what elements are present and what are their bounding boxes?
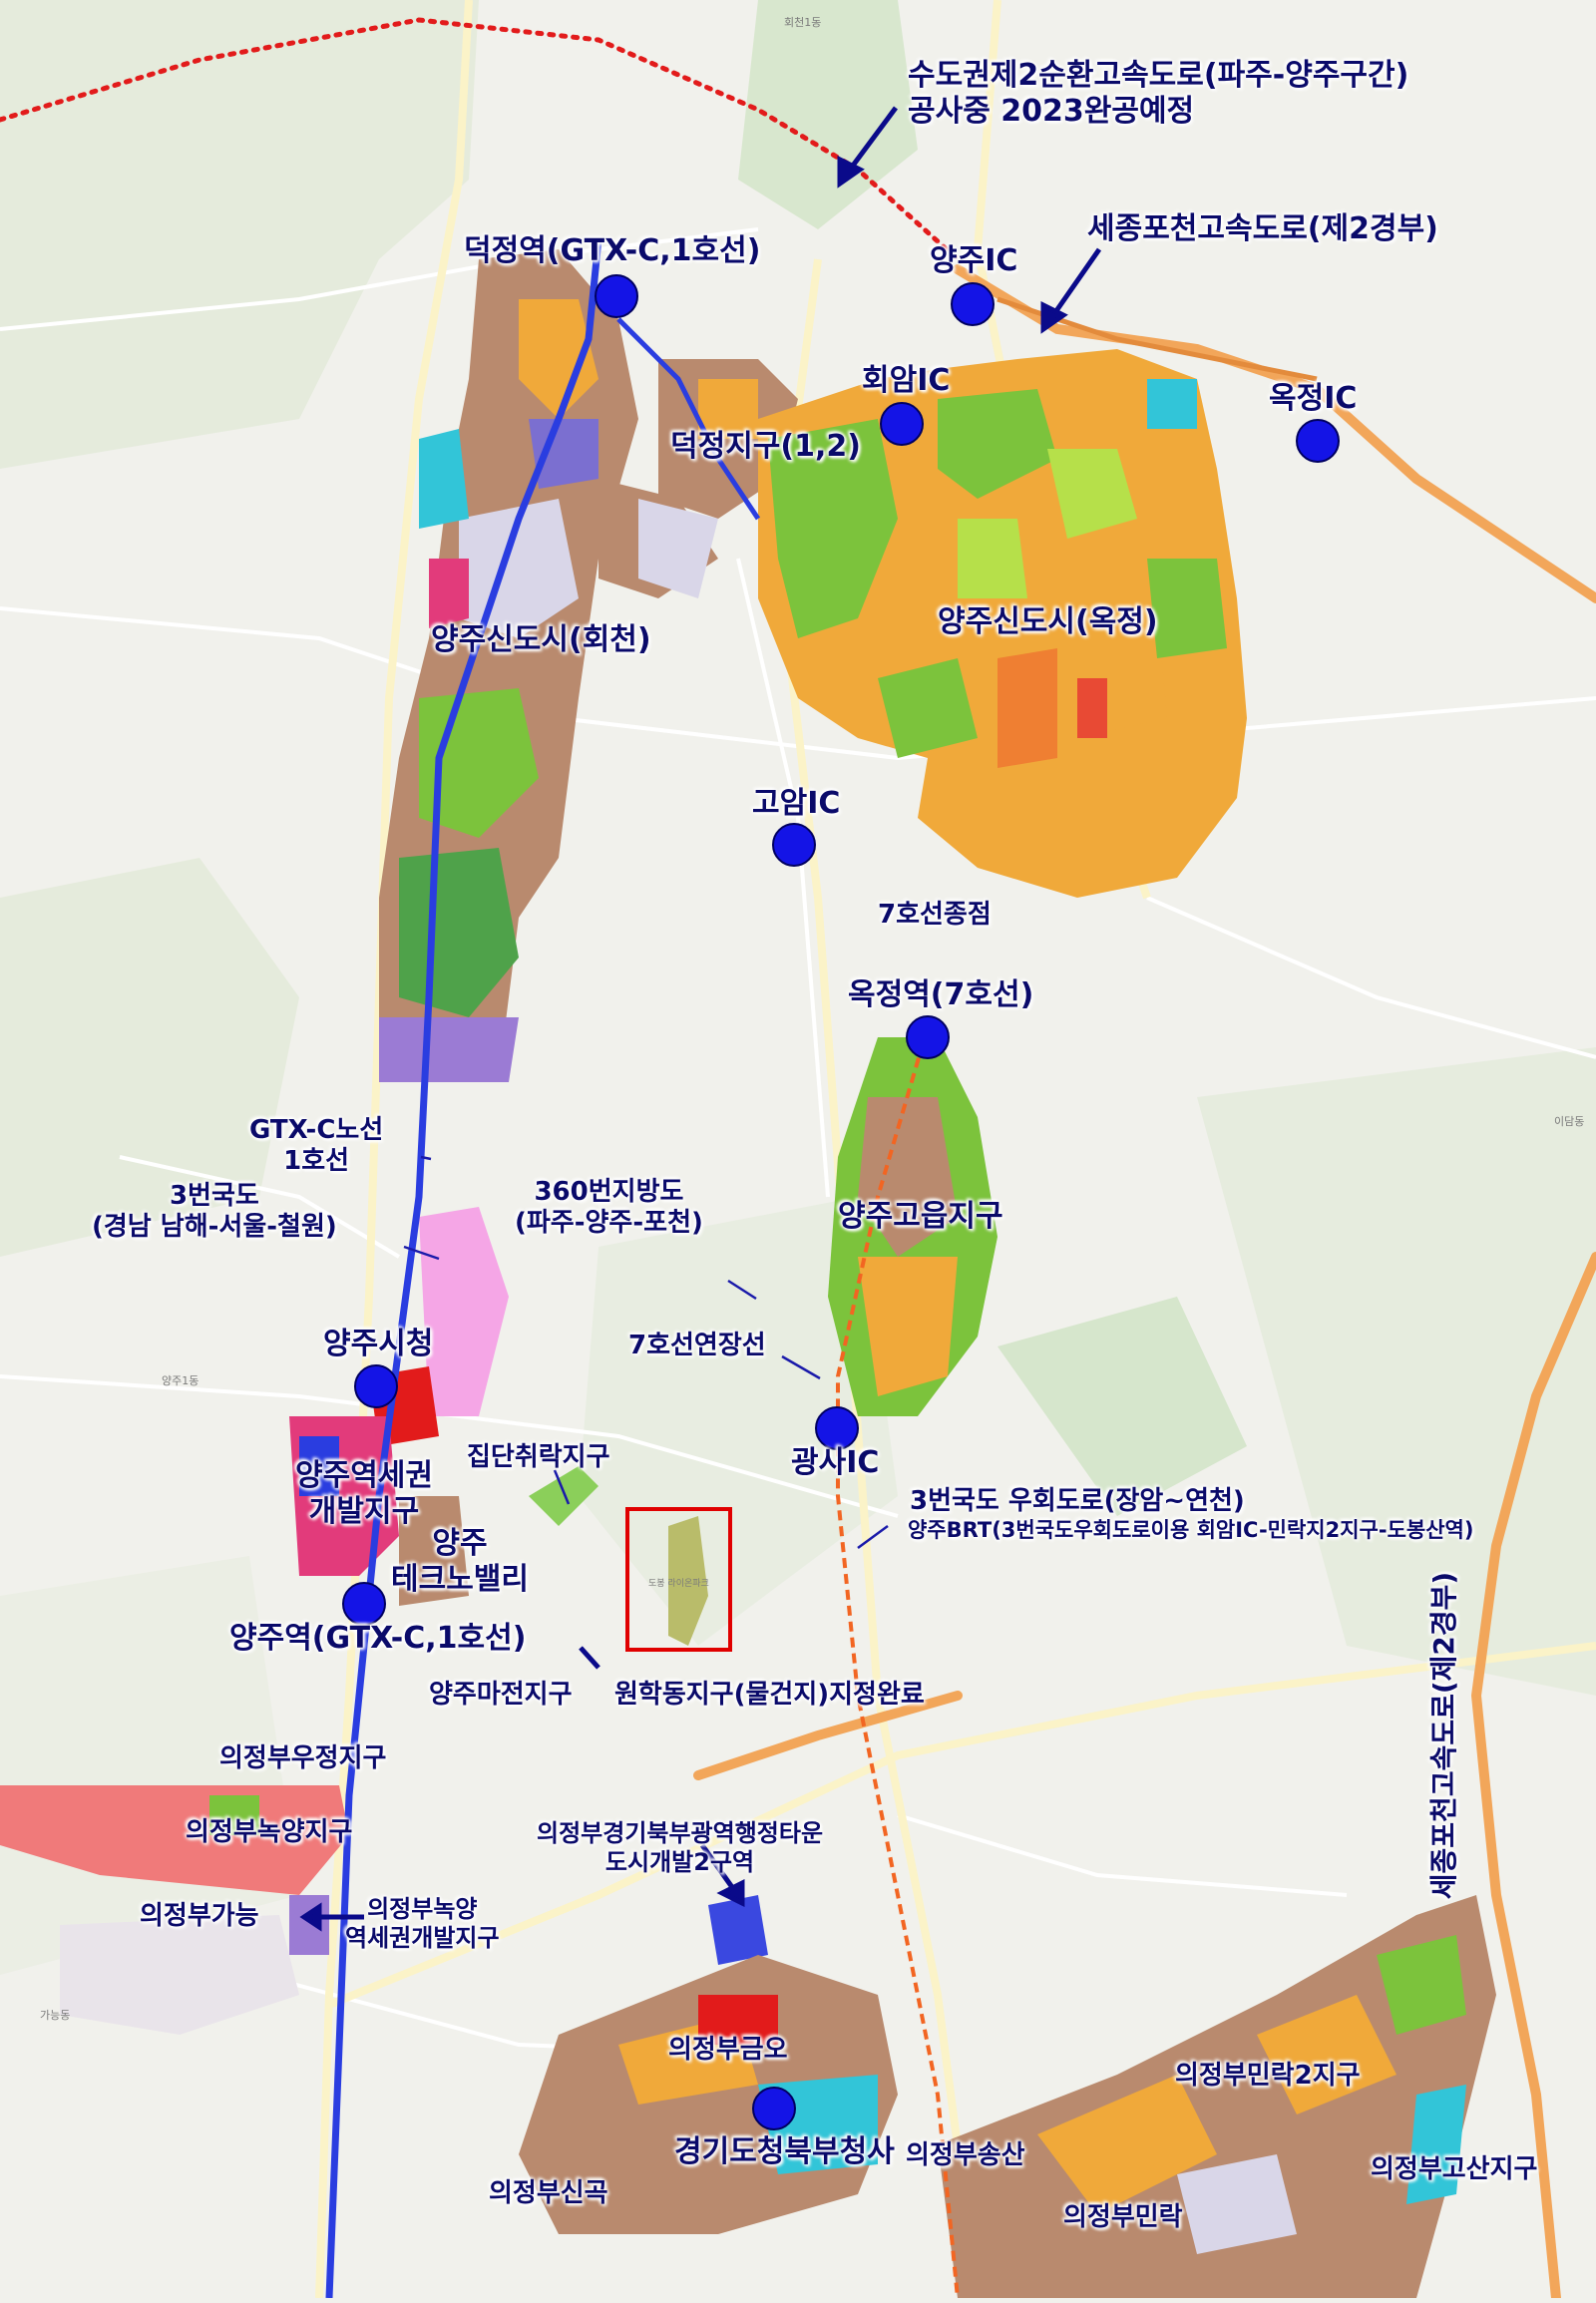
gwangsa-ic-label: 광사IC (791, 1445, 880, 1480)
cluster-village-label: 집단취락지구 (467, 1442, 610, 1472)
uijeongbu-singok-label: 의정부신곡 (489, 2178, 608, 2208)
route3-line1: 3번국도 (169, 1181, 259, 1211)
goam-ic-marker[interactable] (772, 823, 816, 867)
yangju-city-hall-label: 양주시청 (323, 1327, 434, 1361)
uijeongbu-gosan-label: 의정부고산지구 (1371, 2154, 1538, 2184)
okjeong-ic-label: 옥정IC (1269, 381, 1358, 416)
goam-ic-label: 고암IC (752, 786, 841, 821)
uijeongbu-ganeung-label: 의정부가능 (140, 1901, 259, 1931)
yangju-ic-marker[interactable] (951, 282, 995, 326)
wonhak-district-label: 원학동지구(물건지)지정완료 (614, 1680, 925, 1710)
okjeong-station-label: 옥정역(7호선) (848, 977, 1034, 1012)
nogyang-station-line2: 역세권개발지구 (345, 1923, 500, 1952)
techno-valley-line2: 테크노밸리 (391, 1562, 529, 1597)
majeon-district-label: 양주마전지구 (429, 1680, 573, 1710)
hoeam-ic-marker[interactable] (880, 402, 924, 446)
route3-bypass-label: 3번국도 우회도로(장암~연천) (910, 1486, 1245, 1516)
gyeonggi-north-office-label: 경기도청북부청사 (674, 2134, 895, 2169)
nogyang-station-annotation: 의정부녹양 역세권개발지구 (345, 1895, 500, 1953)
place-dobong-lionpark: 도봉 라이온파크 (648, 1579, 709, 1589)
place-idam: 이담동 (1554, 1115, 1585, 1128)
gwangsa-ic-marker[interactable] (815, 1406, 859, 1450)
nogyang-station-line1: 의정부녹양 (367, 1895, 478, 1923)
yangju-brt-label: 양주BRT(3번국도우회도로이용 회암IC-민락지2지구-도봉산역) (908, 1518, 1474, 1542)
capital-ring-line2: 공사중 2023완공예정 (908, 94, 1195, 129)
hoeam-ic-label: 회암IC (862, 363, 951, 398)
gtx-line-annotation: GTX-C노선 1호선 (249, 1115, 383, 1177)
gyeonggi-north-town-annotation: 의정부경기북부광역행정타운 도시개발2구역 (537, 1819, 823, 1877)
route360-annotation: 360번지방도 (파주-양주-포천) (515, 1177, 703, 1239)
line7-terminus-label: 7호선종점 (878, 900, 992, 930)
okjeong-station-marker[interactable] (906, 1015, 950, 1059)
uijeongbu-songsan-label: 의정부송산 (906, 2140, 1025, 2170)
place-yangju1: 양주1동 (162, 1374, 200, 1387)
uijeongbu-nogyang-label: 의정부녹양지구 (186, 1817, 353, 1847)
techno-valley-annotation: 양주 테크노밸리 (391, 1526, 529, 1598)
route3-annotation: 3번국도 (경남 남해-서울-철원) (92, 1181, 337, 1243)
okjeong-ic-marker[interactable] (1296, 419, 1340, 463)
uijeongbu-ujeong-label: 의정부우정지구 (219, 1743, 387, 1773)
place-hoecheon1: 회천1동 (784, 16, 822, 29)
deokjeong-district-label: 덕정지구(1,2) (670, 429, 861, 464)
uijeongbu-minrak-label: 의정부민락 (1063, 2202, 1183, 2232)
station-area-line2: 개발지구 (308, 1494, 420, 1529)
gtx-line-line1: GTX-C노선 (249, 1115, 384, 1145)
yangju-station-marker[interactable] (342, 1582, 386, 1626)
sejong-pocheon-vertical-label: 세종포천고속도로(제2경부) (1427, 1571, 1461, 1900)
gyeonggi-north-town-line2: 도시개발2구역 (604, 1847, 755, 1876)
gyeonggi-north-town-line1: 의정부경기북부광역행정타운 (537, 1819, 824, 1847)
okjeong-newtown-label: 양주신도시(옥정) (938, 604, 1158, 639)
map-basemap (0, 0, 1596, 2303)
capital-ring-line1: 수도권제2순환고속도로(파주-양주구간) (908, 58, 1409, 93)
techno-valley-line1: 양주 (432, 1526, 488, 1561)
yangju-city-hall-marker[interactable] (354, 1364, 398, 1408)
place-ganeung: 가능동 (40, 2009, 71, 2022)
yangju-station-label: 양주역(GTX-C,1호선) (229, 1621, 527, 1656)
sejong-pocheon-annotation: 세종포천고속도로(제2경부) (1087, 211, 1438, 246)
goeup-district-label: 양주고읍지구 (838, 1199, 1003, 1234)
uijeongbu-minrak2-label: 의정부민락2지구 (1175, 2061, 1361, 2091)
yangju-ic-label: 양주IC (930, 243, 1018, 278)
station-area-line1: 양주역세권 (295, 1458, 433, 1493)
uijeongbu-geumo-label: 의정부금오 (668, 2035, 788, 2065)
capital-ring-annotation: 수도권제2순환고속도로(파주-양주구간) 공사중 2023완공예정 (908, 58, 1408, 130)
line7-extension-label: 7호선연장선 (628, 1331, 766, 1360)
route3-line2: (경남 남해-서울-철원) (92, 1212, 337, 1243)
gtx-line-line2: 1호선 (283, 1146, 350, 1177)
map-canvas[interactable]: 회천1동 양주1동 가능동 이담동 도봉 라이온파크 덕정역(GTX-C,1호선… (0, 0, 1596, 2303)
gyeonggi-north-office-marker[interactable] (752, 2087, 796, 2130)
route360-line2: (파주-양주-포천) (515, 1208, 703, 1239)
hoecheon-newtown-label: 양주신도시(회천) (431, 622, 651, 657)
route360-line1: 360번지방도 (534, 1177, 684, 1207)
deokjeong-station-label: 덕정역(GTX-C,1호선) (464, 233, 761, 268)
deokjeong-station-marker[interactable] (595, 274, 638, 318)
station-area-annotation: 양주역세권 개발지구 (295, 1458, 433, 1530)
